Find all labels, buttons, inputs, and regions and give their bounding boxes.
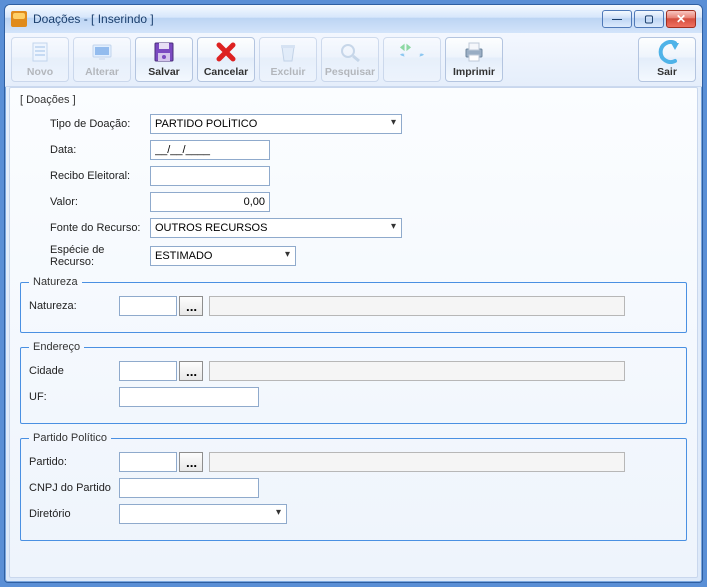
partido-code-input[interactable] [119,452,177,472]
save-disk-icon [151,40,177,64]
salvar-label: Salvar [148,66,180,78]
navigate-label [411,66,414,78]
group-endereco: Endereço Cidade ... UF: [20,341,687,424]
close-icon: ✕ [676,12,686,26]
uf-label: UF: [29,391,119,403]
window-title: Doações - [ Inserindo ] [33,12,154,26]
minimize-icon: — [612,14,622,25]
row-uf: UF: [29,387,678,407]
partido-desc-input [209,452,625,472]
printer-icon [461,40,487,64]
cancel-x-icon [213,40,239,64]
row-recibo: Recibo Eleitoral: [50,166,687,186]
diretorio-select[interactable] [119,504,287,524]
edit-computer-icon [89,40,115,64]
data-label: Data: [50,144,150,156]
pesquisar-label: Pesquisar [325,66,375,78]
row-partido: Partido: ... [29,452,678,472]
minimize-button[interactable]: — [602,10,632,28]
natureza-desc-input [209,296,625,316]
window-controls: — ▢ ✕ [602,10,696,28]
search-icon [337,40,363,64]
sair-button[interactable]: Sair [638,37,696,82]
navigate-arrows-icon [399,40,425,64]
natureza-browse-button[interactable]: ... [179,296,203,316]
imprimir-button[interactable]: Imprimir [445,37,503,82]
imprimir-label: Imprimir [453,66,495,78]
fonte-select-wrap[interactable] [150,218,402,238]
diretorio-select-wrap[interactable] [119,504,287,524]
especie-select-wrap[interactable] [150,246,296,266]
row-valor: Valor: [50,192,687,212]
pesquisar-button: Pesquisar [321,37,379,82]
fonte-label: Fonte do Recurso: [50,222,150,234]
client-area: [ Doações ] Tipo de Doação: Data: Recibo… [9,87,698,578]
cidade-browse-button[interactable]: ... [179,361,203,381]
cidade-label: Cidade [29,365,119,377]
data-input[interactable] [150,140,270,160]
natureza-code-input[interactable] [119,296,177,316]
row-data: Data: [50,140,687,160]
cnpj-input[interactable] [119,478,259,498]
partido-legend: Partido Político [29,432,111,444]
group-natureza: Natureza Natureza: ... [20,276,687,333]
cnpj-label: CNPJ do Partido [29,482,119,494]
valor-input[interactable] [150,192,270,212]
recibo-input[interactable] [150,166,270,186]
partido-browse-button[interactable]: ... [179,452,203,472]
trash-icon [275,40,301,64]
row-diretorio: Diretório [29,504,678,524]
cancelar-button[interactable]: Cancelar [197,37,255,82]
especie-select[interactable] [150,246,296,266]
close-window-button[interactable]: ✕ [666,10,696,28]
diretorio-label: Diretório [29,508,119,520]
maximize-icon: ▢ [644,14,653,25]
alterar-button: Alterar [73,37,131,82]
row-tipo-doacao: Tipo de Doação: [50,114,687,134]
novo-button: Novo [11,37,69,82]
natureza-legend: Natureza [29,276,82,288]
recibo-label: Recibo Eleitoral: [50,170,150,182]
natureza-label: Natureza: [29,300,119,312]
maximize-button[interactable]: ▢ [634,10,664,28]
titlebar: Doações - [ Inserindo ] — ▢ ✕ [5,5,702,33]
endereco-legend: Endereço [29,341,84,353]
toolbar: Novo Alterar Salvar Cancelar Excluir [5,33,702,87]
row-especie: Espécie de Recurso: [50,244,687,268]
tipo-doacao-select[interactable] [150,114,402,134]
app-window: Doações - [ Inserindo ] — ▢ ✕ Novo Alter… [4,4,703,583]
excluir-label: Excluir [270,66,305,78]
alterar-label: Alterar [85,66,119,78]
tipo-doacao-label: Tipo de Doação: [50,118,150,130]
fonte-select[interactable] [150,218,402,238]
group-partido: Partido Político Partido: ... CNPJ do Pa… [20,432,687,541]
row-fonte: Fonte do Recurso: [50,218,687,238]
salvar-button[interactable]: Salvar [135,37,193,82]
uf-input[interactable] [119,387,259,407]
document-new-icon [27,40,53,64]
cidade-desc-input [209,361,625,381]
excluir-button: Excluir [259,37,317,82]
row-cidade: Cidade ... [29,361,678,381]
navigate-button [383,37,441,82]
row-cnpj: CNPJ do Partido [29,478,678,498]
novo-label: Novo [27,66,53,78]
cidade-code-input[interactable] [119,361,177,381]
section-tag: [ Doações ] [20,94,687,106]
exit-arrow-icon [654,40,680,64]
row-natureza: Natureza: ... [29,296,678,316]
partido-label: Partido: [29,456,119,468]
cancelar-label: Cancelar [204,66,248,78]
sair-label: Sair [657,66,677,78]
valor-label: Valor: [50,196,150,208]
especie-label: Espécie de Recurso: [50,244,150,268]
tipo-doacao-select-wrap[interactable] [150,114,402,134]
app-icon [11,11,27,27]
